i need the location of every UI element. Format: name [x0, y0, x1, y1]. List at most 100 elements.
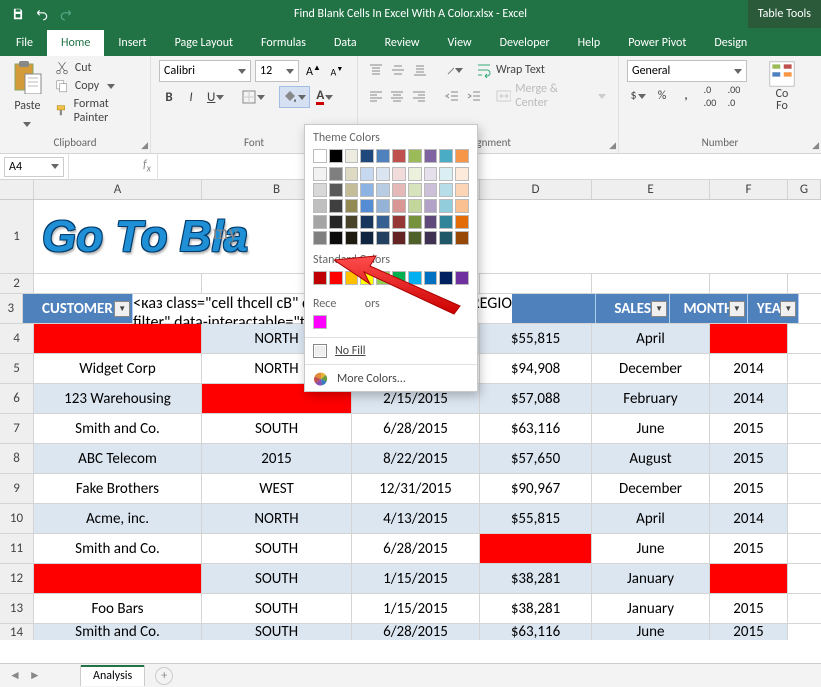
- color-swatch[interactable]: [329, 271, 343, 285]
- cell[interactable]: $63,116: [480, 624, 592, 640]
- select-all-triangle[interactable]: [0, 180, 34, 199]
- cell[interactable]: Smith and Co.: [34, 624, 202, 640]
- color-swatch[interactable]: [392, 149, 406, 163]
- cell[interactable]: NORTH: [202, 504, 352, 533]
- color-swatch[interactable]: [455, 231, 469, 245]
- col-header[interactable]: A: [34, 180, 202, 199]
- color-swatch[interactable]: [345, 271, 359, 285]
- font-color-button[interactable]: A: [312, 86, 337, 108]
- tab-file[interactable]: File: [2, 30, 47, 56]
- color-swatch[interactable]: [439, 183, 453, 197]
- color-swatch[interactable]: [408, 149, 422, 163]
- color-swatch[interactable]: [424, 167, 438, 181]
- cell[interactable]: 123 Warehousing: [34, 384, 202, 413]
- color-swatch[interactable]: [455, 199, 469, 213]
- color-swatch[interactable]: [424, 199, 438, 213]
- cell[interactable]: [788, 564, 821, 593]
- tab-view[interactable]: View: [434, 30, 486, 56]
- cell[interactable]: $55,815: [480, 324, 592, 353]
- color-swatch[interactable]: [439, 271, 453, 285]
- cell[interactable]: [788, 474, 821, 503]
- cell[interactable]: [34, 324, 202, 353]
- color-swatch[interactable]: [376, 271, 390, 285]
- dialog-launcher-icon[interactable]: ◢: [141, 140, 148, 151]
- increase-decimal-icon[interactable]: .0.00: [699, 86, 721, 106]
- color-swatch[interactable]: [408, 199, 422, 213]
- cell[interactable]: April: [592, 324, 710, 353]
- percent-format-icon[interactable]: %: [651, 86, 673, 106]
- row-header[interactable]: 2: [0, 274, 34, 293]
- color-swatch[interactable]: [360, 149, 374, 163]
- cell[interactable]: June: [592, 624, 710, 640]
- color-swatch[interactable]: [313, 183, 327, 197]
- color-swatch[interactable]: [376, 183, 390, 197]
- color-swatch[interactable]: [329, 167, 343, 181]
- row-header[interactable]: 10: [0, 504, 34, 533]
- color-swatch[interactable]: [345, 199, 359, 213]
- cell[interactable]: 2014: [710, 354, 788, 383]
- paste-button[interactable]: Paste: [8, 60, 47, 132]
- tab-power-pivot[interactable]: Power Pivot: [614, 30, 700, 56]
- color-swatch[interactable]: [360, 271, 374, 285]
- cell[interactable]: [788, 594, 821, 623]
- color-swatch[interactable]: [329, 183, 343, 197]
- align-right-icon[interactable]: [409, 86, 429, 106]
- color-swatch[interactable]: [360, 231, 374, 245]
- cell[interactable]: [788, 414, 821, 443]
- borders-button[interactable]: [238, 86, 269, 108]
- cell[interactable]: ABC Telecom: [34, 444, 202, 473]
- cell[interactable]: 2015: [710, 414, 788, 443]
- color-swatch[interactable]: [439, 149, 453, 163]
- align-bottom-icon[interactable]: [410, 60, 430, 80]
- cell[interactable]: 6/28/2015: [352, 414, 480, 443]
- color-swatch[interactable]: [376, 167, 390, 181]
- cell[interactable]: SOUTH: [202, 624, 352, 640]
- cell[interactable]: $57,650: [480, 444, 592, 473]
- color-swatch[interactable]: [455, 271, 469, 285]
- dialog-launcher-icon[interactable]: ◢: [812, 140, 819, 151]
- decrease-font-icon[interactable]: A▼: [328, 62, 347, 80]
- increase-font-icon[interactable]: A▲: [303, 61, 324, 81]
- align-middle-icon[interactable]: [388, 60, 408, 80]
- cell[interactable]: [788, 534, 821, 563]
- color-swatch[interactable]: [392, 215, 406, 229]
- cell[interactable]: Widget Corp: [34, 354, 202, 383]
- color-swatch[interactable]: [424, 231, 438, 245]
- cell[interactable]: February: [592, 384, 710, 413]
- color-swatch[interactable]: [408, 183, 422, 197]
- cell[interactable]: December: [592, 354, 710, 383]
- sheet-nav[interactable]: ◄►: [6, 668, 44, 683]
- color-swatch[interactable]: [329, 149, 343, 163]
- wrap-text-button[interactable]: Wrap Text: [472, 62, 549, 78]
- col-header[interactable]: G: [788, 180, 821, 199]
- cell[interactable]: August: [592, 444, 710, 473]
- cell[interactable]: 2014: [710, 504, 788, 533]
- color-swatch[interactable]: [360, 167, 374, 181]
- decrease-decimal-icon[interactable]: .00.0: [723, 86, 745, 106]
- row-header[interactable]: 11: [0, 534, 34, 563]
- cell[interactable]: 2015: [710, 624, 788, 640]
- cell[interactable]: SOUTH: [202, 564, 352, 593]
- cell[interactable]: Foo Bars: [34, 594, 202, 623]
- cell[interactable]: WEST: [202, 474, 352, 503]
- cell[interactable]: $63,116: [480, 414, 592, 443]
- font-size-combo[interactable]: 12: [255, 60, 299, 82]
- color-swatch[interactable]: [313, 167, 327, 181]
- color-swatch[interactable]: [313, 215, 327, 229]
- color-swatch[interactable]: [392, 271, 406, 285]
- col-header[interactable]: E: [592, 180, 710, 199]
- row-header[interactable]: 8: [0, 444, 34, 473]
- row-header[interactable]: 6: [0, 384, 34, 413]
- row-header[interactable]: 4: [0, 324, 34, 353]
- color-swatch[interactable]: [329, 215, 343, 229]
- cell[interactable]: Acme, inc.: [34, 504, 202, 533]
- color-swatch[interactable]: [392, 231, 406, 245]
- color-swatch[interactable]: [329, 199, 343, 213]
- tab-design[interactable]: Design: [700, 30, 761, 56]
- cell[interactable]: [34, 564, 202, 593]
- row-header[interactable]: 5: [0, 354, 34, 383]
- row-header[interactable]: 9: [0, 474, 34, 503]
- accounting-format-icon[interactable]: $: [627, 86, 649, 106]
- cell[interactable]: [710, 564, 788, 593]
- undo-icon[interactable]: [30, 2, 54, 26]
